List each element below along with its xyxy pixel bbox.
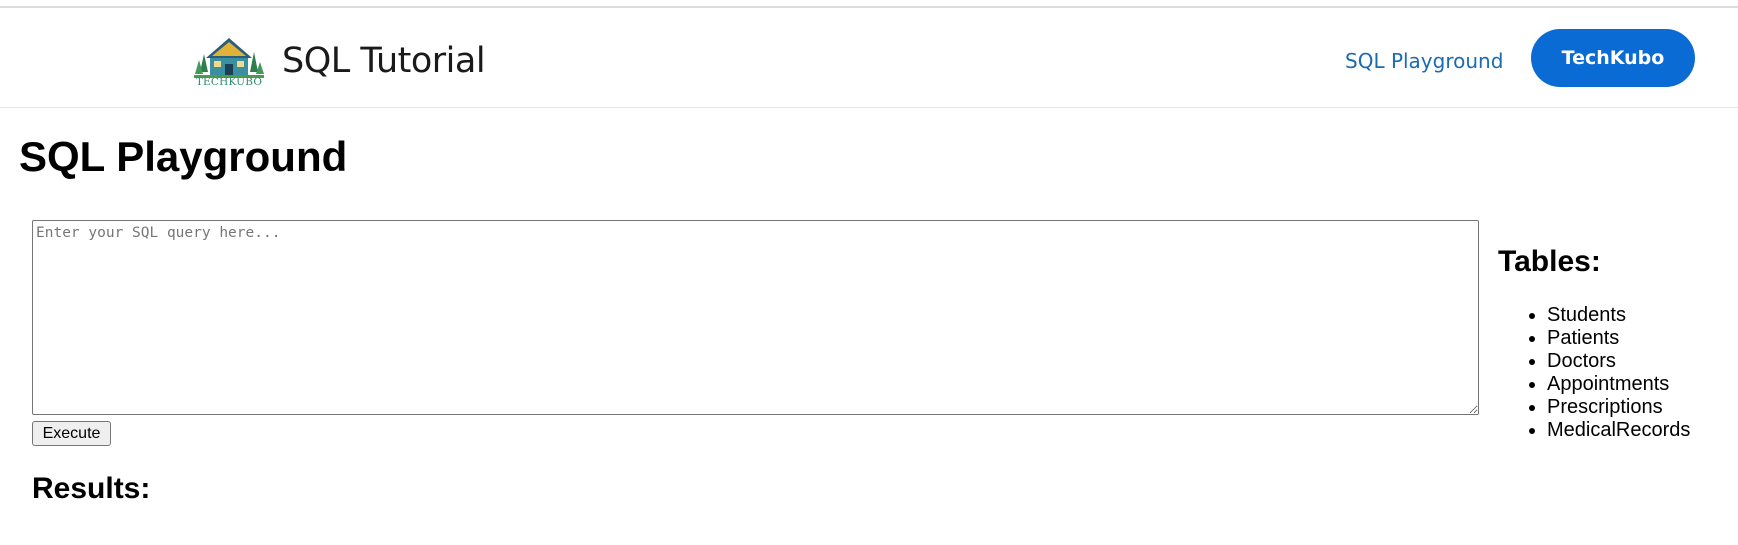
tables-heading: Tables: xyxy=(1498,245,1601,278)
techkubo-button[interactable]: TechKubo xyxy=(1531,29,1695,87)
techkubo-logo[interactable]: TECHKUBO xyxy=(194,32,264,90)
site-title[interactable]: SQL Tutorial xyxy=(282,39,486,83)
table-item-prescriptions: Prescriptions xyxy=(1547,396,1690,419)
page-title: SQL Playground xyxy=(19,133,348,180)
nav-link-sql-playground[interactable]: SQL Playground xyxy=(1345,47,1503,75)
results-heading: Results: xyxy=(32,472,151,505)
sql-query-input[interactable] xyxy=(32,220,1479,415)
tables-list: Students Patients Doctors Appointments P… xyxy=(1547,304,1690,442)
table-item-students: Students xyxy=(1547,304,1690,327)
execute-button[interactable]: Execute xyxy=(32,421,111,446)
table-item-medicalrecords: MedicalRecords xyxy=(1547,419,1690,442)
navbar: TECHKUBO SQL Tutorial SQL Playground Tec… xyxy=(0,8,1738,108)
logo-wordmark: TECHKUBO xyxy=(195,76,263,88)
table-item-appointments: Appointments xyxy=(1547,373,1690,396)
table-item-patients: Patients xyxy=(1547,327,1690,350)
table-item-doctors: Doctors xyxy=(1547,350,1690,373)
